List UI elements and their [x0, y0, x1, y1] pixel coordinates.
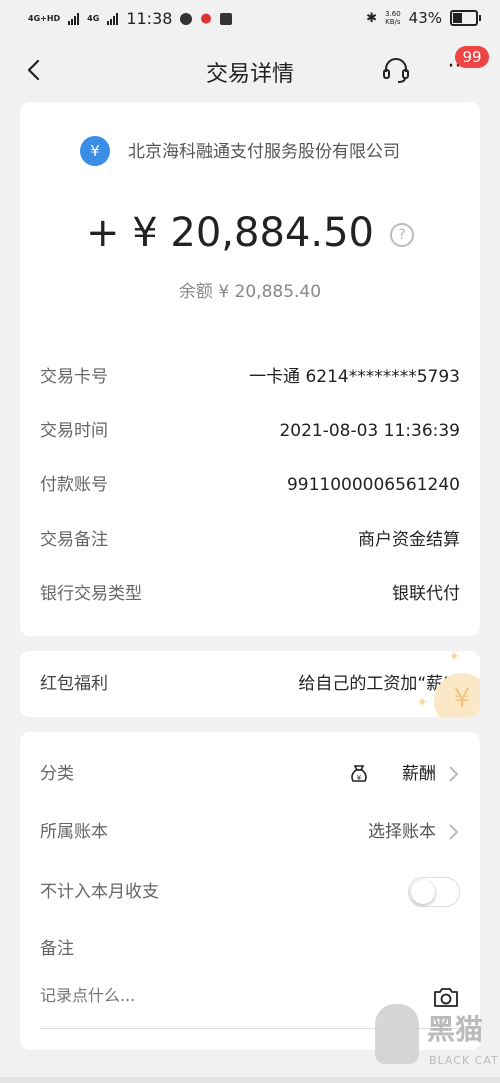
ledger-label: 所属账本 — [40, 822, 108, 842]
detail-label: 银行交易类型 — [40, 584, 142, 604]
network-speed-value: 3.60 — [385, 10, 401, 18]
exclude-label: 不计入本月收支 — [40, 882, 159, 902]
bluetooth-icon: ✱ — [366, 10, 378, 26]
network-speed: 3.60 KB/s — [385, 10, 401, 26]
transaction-card: ¥ 北京海科融通支付服务股份有限公司 + ¥ 20,884.50? 余额 ¥ 2… — [20, 102, 480, 636]
detail-row-remark: 交易备注 商户资金结算 — [40, 525, 460, 555]
ledger-value: 选择账本 — [368, 822, 436, 842]
network-type-label-2: 4G — [87, 13, 100, 23]
note-input[interactable] — [40, 986, 420, 1005]
money-bag-outline-icon: ¥ — [351, 765, 367, 782]
welfare-value: 给自己的工资加“薪” — [298, 674, 452, 694]
chevron-right-icon — [449, 766, 459, 782]
location-notification-icon: ● — [200, 11, 212, 26]
network-type-label: 4G+HD — [28, 13, 61, 23]
battery-icon — [450, 10, 481, 26]
transaction-amount-row: + ¥ 20,884.50? — [20, 210, 480, 256]
sparkle-icon: ✦ — [416, 695, 428, 711]
help-icon[interactable]: ? — [389, 223, 414, 247]
battery-percent: 43% — [408, 9, 442, 27]
bottom-bar — [0, 1077, 500, 1083]
money-bag-icon: ¥ — [80, 136, 110, 166]
signal-bars-icon-2 — [107, 12, 119, 25]
customer-service-icon[interactable] — [378, 52, 414, 88]
detail-label: 交易时间 — [40, 421, 108, 441]
signal-bars-icon — [68, 12, 80, 25]
notification-badge: 99 — [455, 46, 489, 68]
watermark-text: 黑猫 — [427, 1013, 484, 1046]
message-notification-icon — [180, 12, 193, 25]
page-title: 交易详情 — [205, 62, 294, 87]
detail-value: 9911000006561240 — [286, 475, 460, 495]
detail-row-bank-type: 银行交易类型 银联代付 — [40, 579, 460, 609]
welfare-label: 红包福利 — [40, 674, 108, 694]
detail-label: 交易备注 — [40, 530, 108, 550]
shopping-bag-notification-icon — [219, 12, 232, 25]
status-time: 11:38 — [126, 9, 173, 28]
exclude-toggle[interactable] — [408, 877, 460, 907]
detail-row-payer-account: 付款账号 9911000006561240 — [40, 470, 460, 500]
category-row[interactable]: 分类 ¥ 薪酬 — [40, 759, 460, 789]
exclude-row: 不计入本月收支 — [40, 877, 460, 907]
svg-text:¥: ¥ — [357, 774, 362, 782]
status-bar: 4G+HD 4G 11:38 ● ✱ 3.60 KB/s 43% — [0, 0, 500, 38]
detail-value: 银联代付 — [392, 584, 460, 604]
detail-row-card-number: 交易卡号 一卡通 6214********5793 — [40, 362, 460, 392]
category-label: 分类 — [40, 764, 74, 784]
detail-row-time: 交易时间 2021-08-03 11:36:39 — [40, 416, 460, 446]
chevron-right-icon — [449, 824, 459, 840]
watermark: 黑猫 BLACK CAT — [375, 1000, 500, 1083]
detail-value: 2021-08-03 11:36:39 — [279, 421, 460, 441]
sparkle-icon: ✦ — [448, 651, 460, 665]
network-speed-unit: KB/s — [385, 18, 401, 26]
ledger-row[interactable]: 所属账本 选择账本 — [40, 817, 460, 847]
cat-logo-icon — [375, 1004, 419, 1064]
note-row: 备注 — [40, 934, 460, 964]
watermark-subtext: BLACK CAT — [429, 1054, 499, 1067]
detail-label: 付款账号 — [40, 475, 108, 495]
balance-text: 余额 ¥ 20,885.40 — [178, 282, 322, 302]
nav-bar: 交易详情 ··· 99 — [0, 38, 500, 102]
note-label: 备注 — [40, 939, 74, 959]
red-packet-banner[interactable]: 红包福利 给自己的工资加“薪” ✦ ✦ ¥ — [20, 651, 480, 717]
category-value: 薪酬 — [402, 764, 436, 784]
detail-label: 交易卡号 — [40, 367, 108, 387]
merchant-name: 北京海科融通支付服务股份有限公司 — [128, 142, 400, 162]
detail-value: 一卡通 6214********5793 — [249, 367, 460, 387]
transaction-amount: + ¥ 20,884.50 — [86, 210, 374, 256]
detail-value: 商户资金结算 — [358, 530, 460, 550]
